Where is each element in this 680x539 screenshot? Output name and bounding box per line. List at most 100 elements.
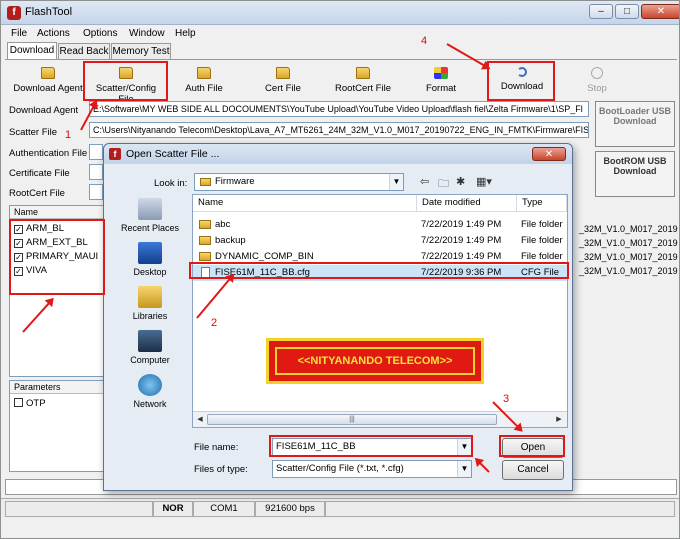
- stop-icon: [591, 67, 603, 79]
- checkbox-icon[interactable]: [14, 398, 23, 407]
- auth-file-field[interactable]: [89, 144, 103, 160]
- maximize-button[interactable]: □: [615, 4, 639, 19]
- cert-field-label: Certificate File: [9, 168, 70, 179]
- place-libraries[interactable]: Libraries: [110, 286, 190, 321]
- annotation-box-scatter: [83, 61, 168, 101]
- stop-button[interactable]: Stop: [579, 63, 615, 101]
- file-row[interactable]: backup 7/22/2019 1:49 PM File folder: [193, 233, 567, 249]
- cert-file-field[interactable]: [89, 164, 103, 180]
- minimize-button[interactable]: –: [589, 4, 613, 19]
- parameters-panel: Parameters OTP: [9, 380, 105, 472]
- annotation-box-file-name: [269, 435, 473, 457]
- rootcert-file-button[interactable]: RootCert File: [327, 63, 399, 101]
- column-name[interactable]: Name: [193, 195, 417, 212]
- format-label: Format: [425, 83, 457, 94]
- view-menu-icon[interactable]: ▦▾: [476, 175, 492, 188]
- download-agent-field-label: Download Agent: [9, 105, 79, 116]
- auth-file-label: Auth File: [185, 83, 223, 94]
- download-agent-button[interactable]: Download Agent: [9, 63, 87, 101]
- scroll-left-icon[interactable]: ◀: [194, 414, 206, 426]
- status-nor: NOR: [153, 501, 193, 517]
- status-bar: NOR COM1 921600 bps: [1, 498, 679, 518]
- dialog-close-button[interactable]: ✕: [532, 147, 566, 161]
- place-desktop[interactable]: Desktop: [110, 242, 190, 277]
- column-date-modified[interactable]: Date modified: [417, 195, 517, 212]
- place-recent[interactable]: Recent Places: [110, 198, 190, 233]
- window-title: FlashTool: [25, 6, 73, 18]
- look-in-dropdown[interactable]: Firmware ▼: [194, 173, 404, 191]
- annotation-step-3: 3: [503, 393, 510, 405]
- otp-option[interactable]: OTP: [14, 398, 46, 409]
- cert-file-label: Cert File: [265, 83, 301, 94]
- title-bar: f FlashTool – □ ✕: [1, 1, 679, 25]
- file-type-label: Files of type:: [194, 464, 248, 475]
- scatter-field-label: Scatter File: [9, 127, 58, 138]
- rootcert-field-label: RootCert File: [9, 188, 65, 199]
- bootrom-label: BootROM USB Download: [603, 156, 667, 176]
- app-icon: f: [7, 6, 21, 20]
- rootcert-file-field[interactable]: [89, 184, 103, 200]
- close-button[interactable]: ✕: [641, 4, 679, 19]
- file-row[interactable]: abc 7/22/2019 1:49 PM File folder: [193, 217, 567, 233]
- folder-icon: [199, 252, 211, 261]
- computer-icon: [138, 330, 162, 352]
- file-type-select[interactable]: Scatter/Config File (*.txt, *.cfg) ▼: [272, 460, 472, 478]
- new-folder-icon[interactable]: ✱: [456, 175, 465, 188]
- menu-options[interactable]: Options: [83, 28, 117, 39]
- download-agent-label: Download Agent: [13, 83, 83, 94]
- auth-field-label: Authentication File: [9, 148, 88, 159]
- menu-window[interactable]: Window: [129, 28, 165, 39]
- network-globe-icon: [138, 374, 162, 396]
- status-empty: [325, 501, 675, 517]
- chevron-down-icon: ▼: [389, 174, 403, 190]
- rootcert-file-label: RootCert File: [335, 83, 391, 94]
- file-list: Name Date modified Type abc 7/22/2019 1:…: [192, 194, 568, 428]
- menu-help[interactable]: Help: [175, 28, 196, 39]
- rom-path-cell: _32M_V1.0_M017_2019: [579, 224, 678, 234]
- look-in-value: Firmware: [215, 176, 255, 187]
- annotation-box-open: [499, 435, 565, 457]
- chevron-down-icon[interactable]: ▼: [457, 461, 471, 477]
- annotation-box-list: [9, 219, 105, 295]
- format-button[interactable]: Format: [415, 63, 467, 101]
- folder-icon: [41, 67, 55, 79]
- tab-memory-test[interactable]: Memory Test: [111, 43, 171, 60]
- scroll-right-icon[interactable]: ▶: [553, 414, 565, 426]
- download-agent-field[interactable]: E:\Software\MY WEB SIDE ALL DOCOUMENTS\Y…: [89, 101, 589, 117]
- menu-file[interactable]: File: [11, 28, 27, 39]
- cancel-button[interactable]: Cancel: [502, 460, 564, 480]
- folder-icon: [356, 67, 370, 79]
- back-arrow-icon[interactable]: ⇦: [420, 175, 429, 188]
- parameters-header: Parameters: [10, 381, 104, 394]
- rom-path-cell: _32M_V1.0_M017_2019: [579, 252, 678, 262]
- menu-bar: File Actions Options Window Help: [1, 27, 679, 43]
- bootloader-usb-download-button[interactable]: BootLoader USB Download: [595, 101, 675, 147]
- app-icon: f: [109, 148, 121, 160]
- format-icon: [434, 67, 448, 79]
- annotation-box-download: [487, 61, 555, 101]
- places-bar: Recent Places Desktop Libraries Computer…: [110, 194, 190, 416]
- file-name-label: File name:: [194, 442, 239, 453]
- rom-path-cell: _32M_V1.0_M017_2019: [579, 238, 678, 248]
- cert-file-button[interactable]: Cert File: [251, 63, 315, 101]
- status-empty: [5, 501, 153, 517]
- tab-read-back[interactable]: Read Back: [58, 43, 110, 60]
- menu-actions[interactable]: Actions: [37, 28, 70, 39]
- tab-download[interactable]: Download: [7, 42, 57, 60]
- tab-divider: [5, 59, 677, 60]
- dialog-title-bar: f Open Scatter File ... ✕: [104, 144, 572, 164]
- bootrom-usb-download-button[interactable]: BootROM USB Download: [595, 151, 675, 197]
- list-header-name: Name: [10, 206, 104, 219]
- watermark-banner: <<NITYANANDO TELECOM>>: [266, 338, 484, 384]
- column-type[interactable]: Type: [517, 195, 567, 212]
- scrollbar-thumb[interactable]: |||: [207, 414, 497, 425]
- bootloader-label: BootLoader USB Download: [599, 106, 671, 126]
- place-network[interactable]: Network: [110, 374, 190, 409]
- scatter-file-field[interactable]: C:\Users\Nityanando Telecom\Desktop\Lava…: [89, 122, 589, 138]
- up-folder-icon[interactable]: 🗀: [438, 175, 449, 194]
- desktop-icon: [138, 242, 162, 264]
- status-com-port: COM1: [193, 501, 255, 517]
- place-computer[interactable]: Computer: [110, 330, 190, 365]
- auth-file-button[interactable]: Auth File: [171, 63, 237, 101]
- stop-label: Stop: [587, 83, 607, 94]
